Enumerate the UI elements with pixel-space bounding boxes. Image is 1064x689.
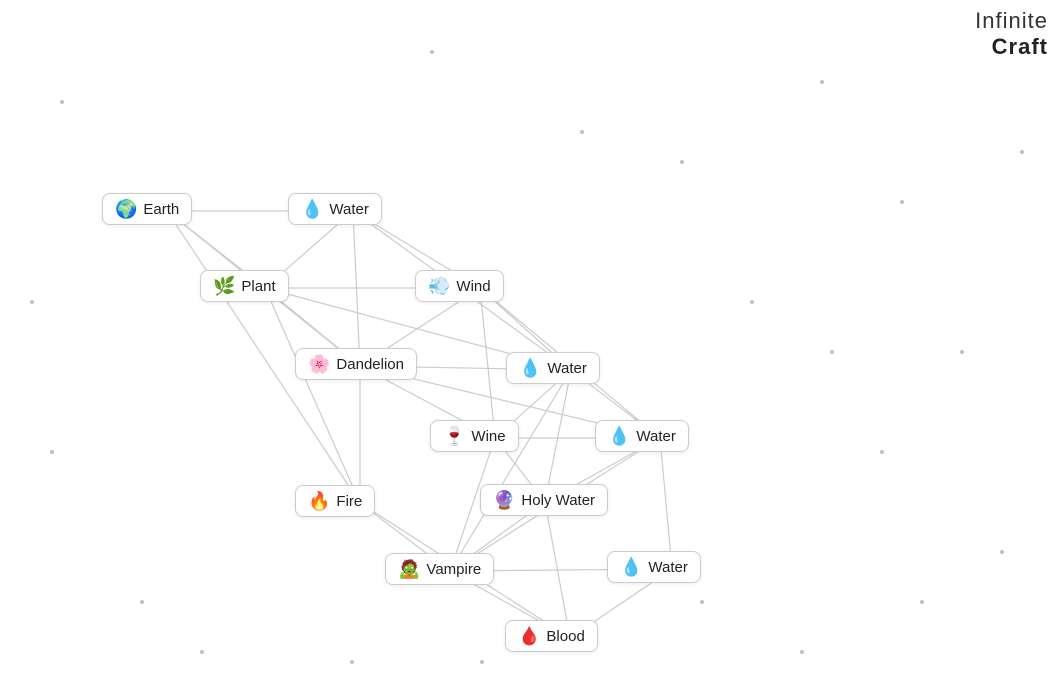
node-emoji-water2: 💧: [519, 359, 541, 377]
node-blood[interactable]: 🩸 Blood: [505, 620, 598, 652]
node-emoji-water3: 💧: [608, 427, 630, 445]
background-dot: [820, 80, 824, 84]
background-dot: [1020, 150, 1024, 154]
node-wind[interactable]: 💨 Wind: [415, 270, 504, 302]
node-water1[interactable]: 💧 Water: [288, 193, 382, 225]
node-label-dandelion: Dandelion: [336, 356, 404, 373]
node-emoji-water1: 💧: [301, 200, 323, 218]
edge-line: [660, 438, 672, 569]
node-water4[interactable]: 💧 Water: [607, 551, 701, 583]
background-dot: [800, 650, 804, 654]
node-wine[interactable]: 🍷 Wine: [430, 420, 519, 452]
logo-line2: Craft: [975, 34, 1048, 60]
background-dot: [920, 600, 924, 604]
node-emoji-blood: 🩸: [518, 627, 540, 645]
background-dot: [60, 100, 64, 104]
node-emoji-holywater: 🔮: [493, 491, 515, 509]
background-dot: [830, 350, 834, 354]
node-label-water4: Water: [648, 559, 687, 576]
node-emoji-fire: 🔥: [308, 492, 330, 510]
edge-line: [480, 288, 495, 438]
background-dot: [900, 200, 904, 204]
logo: Infinite Craft: [975, 8, 1048, 60]
edge-line: [545, 502, 570, 638]
node-water3[interactable]: 💧 Water: [595, 420, 689, 452]
logo-line1: Infinite: [975, 8, 1048, 34]
edge-line: [450, 370, 571, 571]
node-label-fire: Fire: [336, 493, 362, 510]
edge-line: [545, 370, 571, 502]
background-dot: [50, 450, 54, 454]
edge-line: [353, 211, 360, 366]
background-dot: [700, 600, 704, 604]
node-emoji-wind: 💨: [428, 277, 450, 295]
node-label-water2: Water: [547, 360, 586, 377]
node-label-water3: Water: [636, 428, 675, 445]
background-dot: [480, 660, 484, 664]
background-dot: [1000, 550, 1004, 554]
node-label-plant: Plant: [241, 278, 275, 295]
node-emoji-plant: 🌿: [213, 277, 235, 295]
node-emoji-wine: 🍷: [443, 427, 465, 445]
node-fire[interactable]: 🔥 Fire: [295, 485, 375, 517]
node-emoji-vampire: 🧟: [398, 560, 420, 578]
edge-line: [265, 288, 360, 503]
background-dot: [960, 350, 964, 354]
background-dot: [30, 300, 34, 304]
background-dot: [580, 130, 584, 134]
node-dandelion[interactable]: 🌸 Dandelion: [295, 348, 417, 380]
background-dot: [750, 300, 754, 304]
node-emoji-earth: 🌍: [115, 200, 137, 218]
background-dot: [200, 650, 204, 654]
node-label-holywater: Holy Water: [521, 492, 595, 509]
node-label-water1: Water: [329, 201, 368, 218]
node-plant[interactable]: 🌿 Plant: [200, 270, 289, 302]
node-water2[interactable]: 💧 Water: [506, 352, 600, 384]
node-label-wind: Wind: [456, 278, 490, 295]
node-emoji-dandelion: 🌸: [308, 355, 330, 373]
background-dot: [680, 160, 684, 164]
node-earth[interactable]: 🌍 Earth: [102, 193, 192, 225]
node-holywater[interactable]: 🔮 Holy Water: [480, 484, 608, 516]
node-label-wine: Wine: [471, 428, 505, 445]
background-dot: [350, 660, 354, 664]
node-emoji-water4: 💧: [620, 558, 642, 576]
node-label-vampire: Vampire: [426, 561, 481, 578]
background-dot: [880, 450, 884, 454]
node-label-blood: Blood: [546, 628, 584, 645]
node-vampire[interactable]: 🧟 Vampire: [385, 553, 494, 585]
background-dot: [140, 600, 144, 604]
edges-canvas: [0, 0, 1064, 689]
node-label-earth: Earth: [143, 201, 179, 218]
background-dot: [430, 50, 434, 54]
